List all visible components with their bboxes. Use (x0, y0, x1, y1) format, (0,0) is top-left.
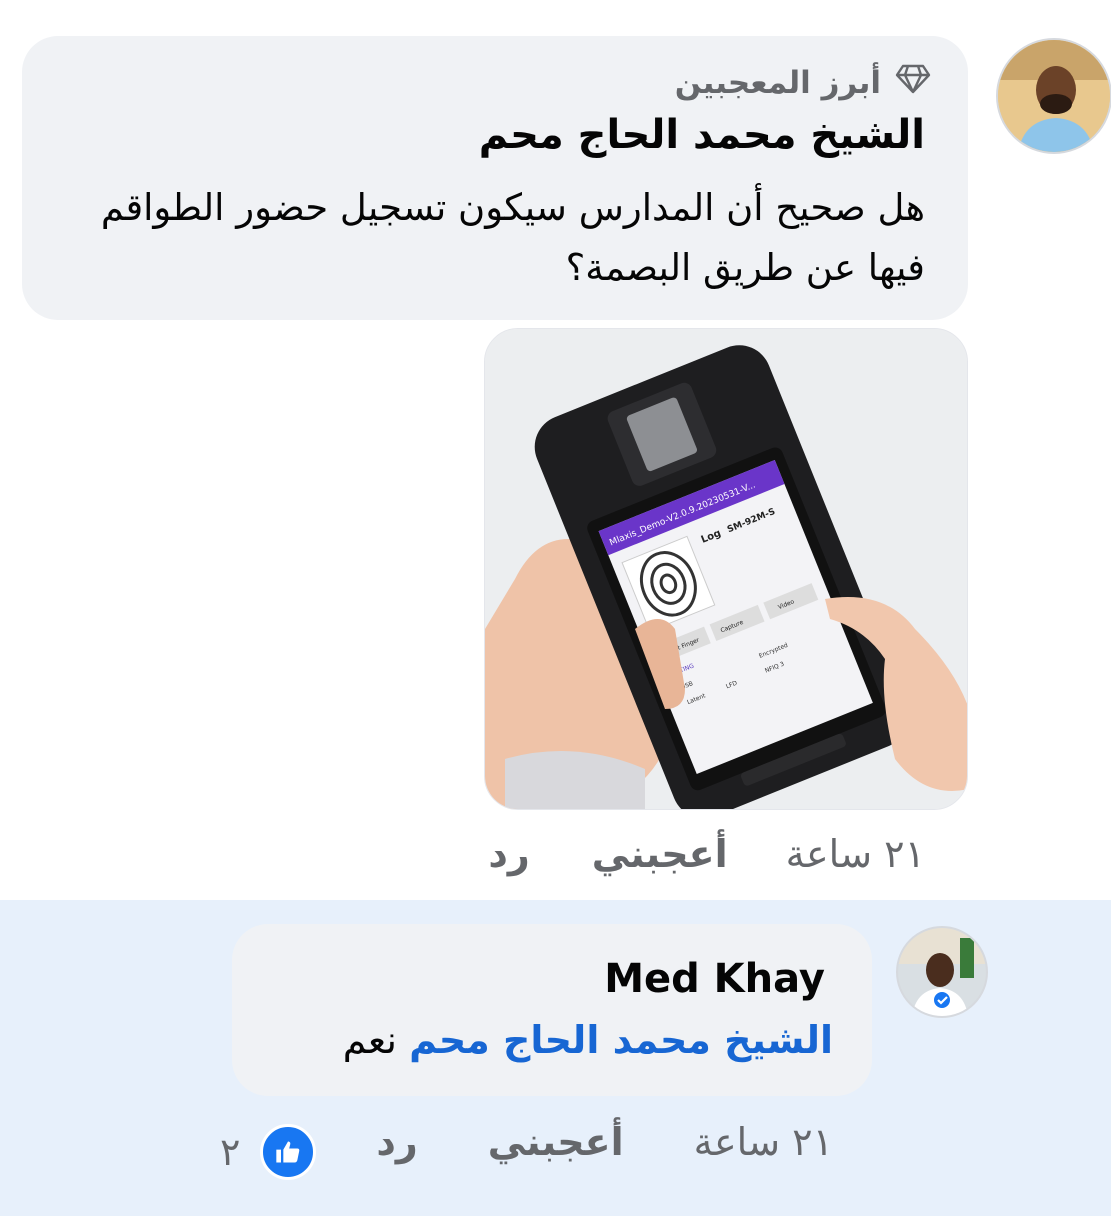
reply-timestamp[interactable]: ٢١ ساعة (694, 1120, 833, 1164)
reply-body: نعم (342, 1018, 397, 1062)
reaction-summary[interactable]: ٢ (220, 1124, 317, 1180)
reply-reply-button[interactable]: رد (376, 1120, 417, 1164)
comment-timestamp[interactable]: ٢١ ساعة (786, 832, 925, 876)
comment-attachment-photo[interactable]: Mlaxis_Demo-V2.0.9.20230531-V... Log SM-… (484, 328, 968, 810)
reaction-count: ٢ (220, 1130, 241, 1174)
reply-mention[interactable]: الشيخ محمد الحاج محم (409, 1018, 833, 1062)
like-button[interactable]: أعجبني (592, 832, 728, 876)
reply-bubble (232, 924, 872, 1096)
reply-author-name[interactable]: Med Khay (604, 956, 825, 1002)
reply-button[interactable]: رد (488, 832, 529, 876)
diamond-icon (895, 64, 931, 102)
top-fan-label: أبرز المعجبين (674, 65, 881, 101)
reply-like-button[interactable]: أعجبني (488, 1120, 624, 1164)
commenter-avatar[interactable] (996, 38, 1111, 154)
thumbs-up-icon (260, 1124, 317, 1180)
comment-text: هل صحيح أن المدارس سيكون تسجيل حضور الطو… (100, 186, 925, 289)
reply-text: الشيخ محمد الحاج محم نعم (343, 1018, 833, 1062)
top-fan-badge: أبرز المعجبين (675, 64, 931, 102)
reply-actions: ٢١ ساعة أعجبني رد (376, 1120, 833, 1164)
comment-author-name[interactable]: الشيخ محمد الحاج محم (479, 112, 925, 158)
comment-actions: ٢١ ساعة أعجبني رد (488, 832, 925, 876)
comment: أبرز المعجبين الشيخ محمد الحاج محم هل صح… (0, 0, 1111, 900)
reply-author-avatar[interactable] (896, 926, 988, 1018)
